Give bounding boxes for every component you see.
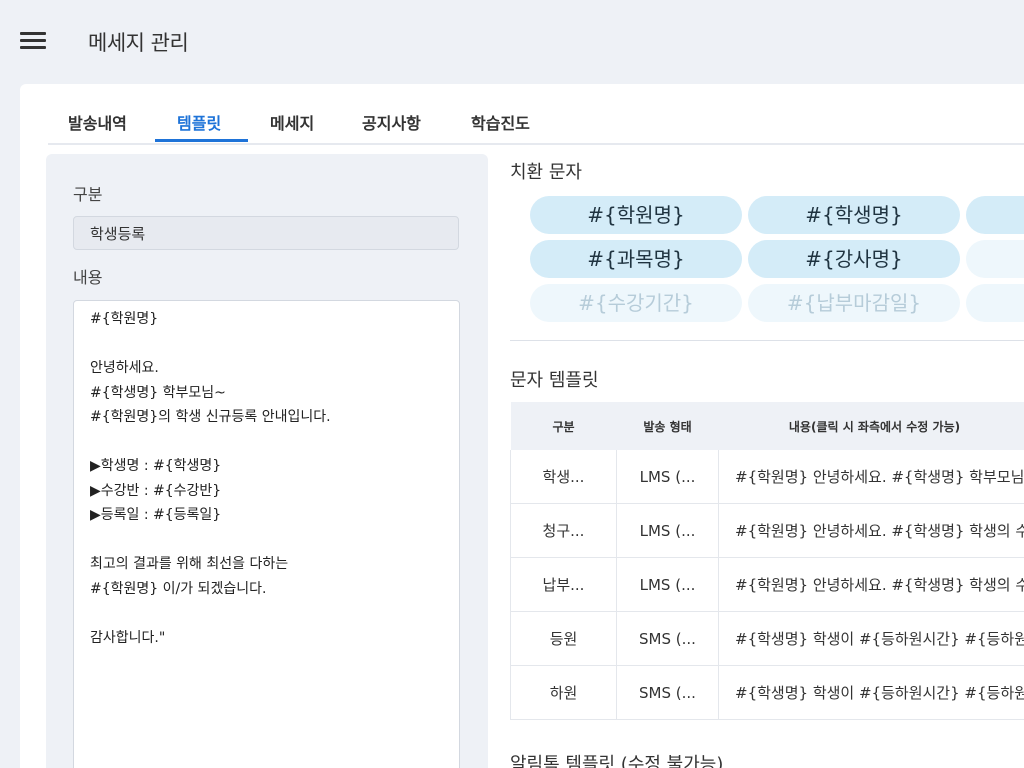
table-row[interactable]: 납부...LMS (...#{학원명} 안녕하세요. #{학생명} 학생의 수강… xyxy=(510,557,1024,612)
content-line xyxy=(90,601,459,626)
content-textarea[interactable]: #{학원명} 안녕하세요. #{학생명} 학부모님~ #{학원명}의 학생 신규등록 … xyxy=(73,300,460,768)
tab-template[interactable]: 템플릿 xyxy=(177,110,221,134)
row-send-type-cell: SMS (... xyxy=(616,611,719,666)
placeholder-section-title: 치환 문자 xyxy=(510,162,582,183)
placeholder-chip[interactable]: #{학원명} xyxy=(530,196,742,234)
column-header-content: 내용(클릭 시 좌측에서 수정 가능) xyxy=(718,402,1024,450)
placeholder-chip[interactable]: #{학생명} xyxy=(748,196,960,234)
row-content-cell: #{학원명} 안녕하세요. #{학생명} 학생의 수강료 xyxy=(718,503,1024,558)
row-category-cell: 학생... xyxy=(510,450,617,504)
table-row[interactable]: 청구...LMS (...#{학원명} 안녕하세요. #{학생명} 학생의 수강… xyxy=(510,503,1024,558)
table-row[interactable]: 하원 SMS (... #{학생명} 학생이 #{등하원시간} #{등하원} xyxy=(510,665,1024,720)
category-field[interactable]: 학생등록 xyxy=(73,216,459,250)
active-tab-indicator xyxy=(155,139,248,142)
row-category-cell: 등원 xyxy=(510,611,617,666)
row-send-type-cell: SMS (... xyxy=(616,665,719,720)
content-line: #{학생명} 학부모님~ xyxy=(90,384,226,401)
content-line: ▶학생명 : #{학생명} xyxy=(90,458,222,474)
row-send-type-cell: LMS (... xyxy=(616,503,719,558)
column-header-category: 구분 xyxy=(510,402,617,450)
tab-bar: 발송내역 템플릿 메세지 공지사항 학습진도 xyxy=(48,84,1024,145)
placeholder-chip[interactable]: #{ xyxy=(966,284,1024,322)
tab-message[interactable]: 메세지 xyxy=(270,110,314,134)
category-label: 구분 xyxy=(73,185,103,204)
content-line: #{학원명}의 학생 신규등록 안내입니다. xyxy=(90,409,331,425)
column-header-send-type: 발송 형태 xyxy=(616,402,719,450)
content-line xyxy=(90,430,459,455)
content-line xyxy=(90,332,459,357)
template-editor-panel: 구분 학생등록 내용 #{학원명} 안녕하세요. #{학생명} 학부모님~ #{학원명… xyxy=(46,154,488,768)
tab-notice[interactable]: 공지사항 xyxy=(362,110,421,134)
content-line: 감사합니다." xyxy=(90,629,166,646)
row-content-cell: #{학생명} 학생이 #{등하원시간} #{등하원} xyxy=(718,611,1024,666)
content-line xyxy=(90,528,459,553)
row-category-cell: 청구... xyxy=(510,503,617,558)
row-category-cell: 하원 xyxy=(510,665,617,720)
table-row[interactable]: 학생... LMS (... #{학원명} 안녕하세요. #{학생명} 학부모님~ xyxy=(510,450,1024,504)
row-send-type-cell: LMS (... xyxy=(616,557,719,612)
row-content-cell: #{학원명} 안녕하세요. #{학생명} 학부모님~ xyxy=(718,450,1024,504)
placeholder-chip[interactable]: #{과목명} xyxy=(530,240,742,278)
content-line: #{학원명} 이/가 되겠습니다. xyxy=(90,580,267,597)
placeholder-chip[interactable]: #{ xyxy=(966,196,1024,234)
row-send-type-cell: LMS (... xyxy=(616,450,719,504)
page-title: 메세지 관리 xyxy=(88,31,189,55)
row-category-cell: 납부... xyxy=(510,557,617,612)
top-bar: 메세지 관리 xyxy=(0,0,1024,84)
tab-send-history[interactable]: 발송내역 xyxy=(68,110,127,134)
placeholder-chip[interactable]: #{강사명} xyxy=(748,240,960,278)
alimtalk-template-title: 알림톡 템플릿 (수정 불가능) xyxy=(510,754,724,768)
content-line: ▶수강반 : #{수강반} xyxy=(90,482,222,499)
placeholder-chip[interactable]: #{납부마감일} xyxy=(748,284,960,322)
sms-template-title: 문자 템플릿 xyxy=(510,370,599,391)
content-line: ▶등록일 : #{등록일} xyxy=(90,507,222,523)
tab-learning-progress[interactable]: 학습진도 xyxy=(471,110,530,134)
hamburger-menu-icon[interactable] xyxy=(20,32,46,50)
content-line: 안녕하세요. xyxy=(90,360,159,376)
section-divider xyxy=(510,340,1024,341)
content-line: #{학원명} xyxy=(90,311,159,327)
content-line: 최고의 결과를 위해 최선을 다하는 xyxy=(90,556,289,572)
main-card: 발송내역 템플릿 메세지 공지사항 학습진도 구분 학생등록 내용 #{학원명}… xyxy=(20,84,1024,768)
row-content-cell: #{학생명} 학생이 #{등하원시간} #{등하원} xyxy=(718,665,1024,720)
row-content-cell: #{학원명} 안녕하세요. #{학생명} 학생의 수강료 xyxy=(718,557,1024,612)
table-header-row: 구분 발송 형태 내용(클릭 시 좌측에서 수정 가능) xyxy=(510,402,1024,450)
content-label: 내용 xyxy=(73,268,103,287)
placeholder-chip[interactable]: #{수강기간} xyxy=(530,284,742,322)
right-panel: 치환 문자 #{학원명}#{학생명}#{#{과목명}#{강사명}#{교#{수강기… xyxy=(510,154,1024,768)
placeholder-chip[interactable]: #{교 xyxy=(966,240,1024,278)
sms-template-table: 구분 발송 형태 내용(클릭 시 좌측에서 수정 가능) 학생... LMS (.… xyxy=(510,402,1024,720)
table-row[interactable]: 등원 SMS (... #{학생명} 학생이 #{등하원시간} #{등하원} xyxy=(510,611,1024,666)
